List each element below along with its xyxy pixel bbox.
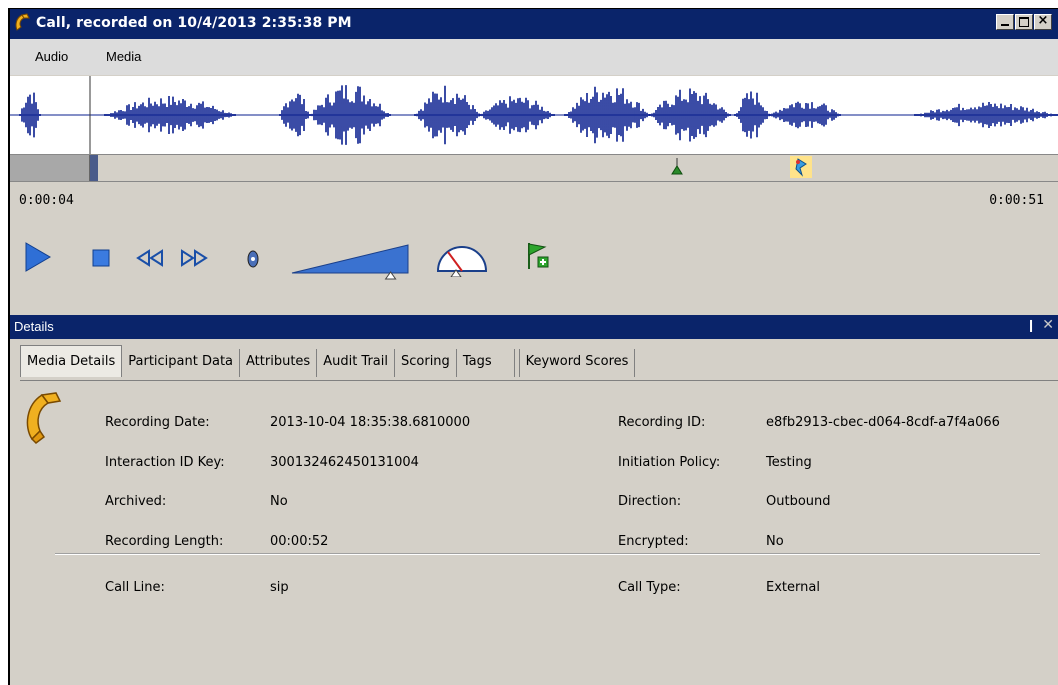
current-time: 0:00:04 [19, 193, 74, 208]
recording-length-value: 00:00:52 [270, 534, 329, 549]
initiation-policy-label: Initiation Policy: [618, 455, 721, 470]
minimize-button[interactable] [996, 14, 1014, 30]
details-tabs: Media Details Participant Data Attribute… [20, 345, 636, 381]
details-header: Details ❙ ✕ [10, 315, 1058, 339]
played-region [10, 155, 90, 181]
archived-label: Archived: [105, 494, 167, 509]
details-title: Details [14, 319, 54, 334]
flag-marker-icon[interactable] [790, 156, 812, 178]
volume-icon [291, 244, 409, 280]
waveform[interactable] [10, 76, 1058, 154]
recording-date-value: 2013-10-04 18:35:38.6810000 [270, 415, 471, 430]
tab-media-details[interactable]: Media Details [20, 345, 123, 377]
menu-media[interactable]: Media [106, 49, 141, 64]
details-separator [55, 553, 1040, 555]
call-type-label: Call Type: [618, 580, 681, 595]
tab-tags[interactable]: Tags [457, 349, 515, 377]
audio-channel-button[interactable] [246, 249, 260, 273]
encrypted-value: No [766, 534, 784, 549]
interaction-id-key-value: 300132462450131004 [270, 455, 419, 470]
play-button[interactable] [24, 241, 52, 277]
bookmark-marker-icon[interactable] [670, 158, 684, 182]
direction-label: Direction: [618, 494, 682, 509]
window-title: Call, recorded on 10/4/2013 2:35:38 PM [36, 15, 352, 31]
call-line-label: Call Line: [105, 580, 165, 595]
recording-id-label: Recording ID: [618, 415, 706, 430]
encrypted-label: Encrypted: [618, 534, 689, 549]
waveform-graph [10, 76, 1058, 154]
recording-window: Call, recorded on 10/4/2013 2:35:38 PM ×… [8, 8, 1058, 685]
initiation-policy-value: Testing [766, 455, 812, 470]
menu-bar: Audio Media [10, 39, 1058, 75]
tab-participant-data[interactable]: Participant Data [122, 349, 241, 377]
play-icon [25, 242, 51, 272]
volume-slider[interactable] [290, 239, 414, 285]
flag-add-icon [528, 243, 549, 269]
total-time: 0:00:51 [989, 193, 1044, 208]
pin-icon[interactable]: ❙ [1026, 318, 1036, 332]
speed-dial[interactable] [434, 243, 490, 281]
tab-audit-trail[interactable]: Audit Trail [317, 349, 395, 377]
phone-icon [14, 13, 32, 37]
rewind-button[interactable] [136, 249, 164, 271]
speed-gauge-icon [436, 246, 488, 278]
ear-icon [247, 250, 259, 268]
tab-keyword-scores[interactable]: Keyword Scores [518, 349, 636, 377]
close-details-icon[interactable]: ✕ [1042, 317, 1054, 333]
position-handle[interactable] [90, 155, 98, 181]
call-phone-icon [24, 391, 66, 449]
stop-icon [92, 249, 110, 267]
tab-attributes[interactable]: Attributes [240, 349, 318, 377]
menu-audio[interactable]: Audio [35, 49, 68, 64]
direction-value: Outbound [766, 494, 831, 509]
media-details-panel: Recording Date: 2013-10-04 18:35:38.6810… [20, 381, 1050, 685]
stop-button[interactable] [92, 249, 110, 271]
call-line-value: sip [270, 580, 289, 595]
title-bar[interactable]: Call, recorded on 10/4/2013 2:35:38 PM × [10, 9, 1058, 39]
transport-controls [10, 231, 1058, 291]
close-button[interactable]: × [1034, 13, 1052, 30]
recording-id-value: e8fb2913-cbec-d064-8cdf-a7f4a066 [766, 415, 1000, 430]
position-slider[interactable] [10, 154, 1058, 182]
recording-length-label: Recording Length: [105, 534, 224, 549]
maximize-button[interactable] [1015, 14, 1033, 30]
archived-value: No [270, 494, 288, 509]
rewind-icon [136, 249, 163, 267]
close-icon: × [1037, 13, 1049, 28]
add-bookmark-button[interactable] [526, 241, 550, 275]
tab-scoring[interactable]: Scoring [395, 349, 457, 377]
call-type-value: External [766, 580, 820, 595]
interaction-id-key-label: Interaction ID Key: [105, 455, 225, 470]
fast-forward-icon [181, 249, 208, 267]
recording-date-label: Recording Date: [105, 415, 210, 430]
fast-forward-button[interactable] [180, 249, 208, 271]
